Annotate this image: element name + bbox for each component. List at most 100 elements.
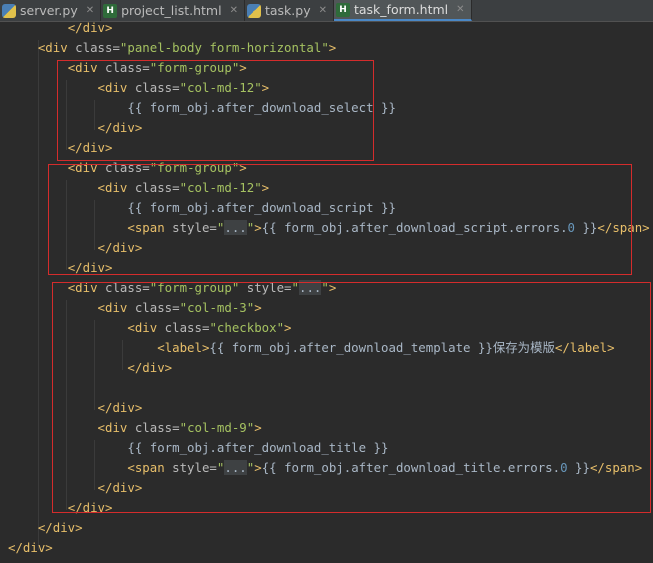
- code-token: <span: [127, 220, 173, 235]
- code-token: ": [321, 280, 329, 295]
- code-token: style=: [172, 460, 217, 475]
- code-token: "form-group": [149, 160, 240, 175]
- code-token: "col-md-9": [179, 420, 255, 435]
- code-token: class=: [105, 160, 150, 175]
- close-icon[interactable]: ✕: [230, 5, 238, 16]
- code-token: "col-md-3": [179, 300, 255, 315]
- code-token: {{ form_obj.after_download_template }}: [209, 340, 493, 355]
- folded-placeholder[interactable]: ...: [224, 220, 247, 235]
- code-token: <label>: [157, 340, 210, 355]
- code-line: </div>: [8, 518, 83, 538]
- code-token: class=: [134, 80, 180, 95]
- code-token: "form-group": [149, 280, 240, 295]
- code-token: {{ form_obj.after_download_script }}: [127, 200, 396, 215]
- code-line: </div>: [8, 18, 113, 38]
- code-token: <div: [127, 320, 165, 335]
- code-line: </div>: [8, 258, 113, 278]
- html-file-icon: H: [103, 3, 118, 18]
- code-line: </div>: [8, 138, 113, 158]
- code-token: >: [328, 40, 337, 55]
- code-token: </div>: [37, 520, 83, 535]
- code-line: <span style="...">{{ form_obj.after_down…: [8, 458, 642, 478]
- code-token: >: [261, 80, 270, 95]
- code-token: "col-md-12": [179, 80, 262, 95]
- tab-project-list-html[interactable]: H project_list.html ✕: [101, 0, 245, 21]
- tab-label: project_list.html: [121, 3, 222, 18]
- code-token: }}: [567, 460, 590, 475]
- tab-task-form-html[interactable]: H task_form.html ✕: [333, 0, 472, 21]
- code-token: <div: [97, 420, 135, 435]
- code-token: </div>: [67, 500, 113, 515]
- code-token: </div>: [67, 140, 113, 155]
- python-file-icon: [2, 3, 16, 18]
- code-line: <div class="panel-body form-horizontal">: [8, 38, 336, 58]
- code-token: {{ form_obj.after_download_select }}: [127, 100, 396, 115]
- code-token: </div>: [97, 480, 143, 495]
- code-token: </div>: [67, 20, 113, 35]
- tab-label: server.py: [20, 3, 78, 18]
- folded-placeholder[interactable]: ...: [224, 460, 247, 475]
- code-token: class=: [134, 180, 180, 195]
- code-line: <div class="form-group">: [8, 58, 247, 78]
- code-line: <div class="col-md-12">: [8, 78, 270, 98]
- code-token: {{ form_obj.after_download_title.errors.: [261, 460, 561, 475]
- code-token: class=: [164, 320, 210, 335]
- close-icon[interactable]: ✕: [86, 5, 94, 16]
- code-token: >: [254, 420, 262, 435]
- code-line: </div>: [8, 358, 172, 378]
- code-token: {{ form_obj.after_download_title }}: [127, 440, 389, 455]
- code-token: ": [291, 280, 299, 295]
- code-line: </div>: [8, 118, 143, 138]
- code-token: "checkbox": [209, 320, 285, 335]
- code-token: </span>: [589, 460, 643, 475]
- tab-label: task_form.html: [353, 2, 449, 17]
- code-token: >: [239, 60, 247, 75]
- code-token: 0: [560, 460, 568, 475]
- code-token: >: [254, 460, 262, 475]
- folded-placeholder[interactable]: ...: [298, 280, 322, 295]
- code-token: 0: [567, 220, 576, 235]
- code-token: <div: [67, 60, 105, 75]
- code-line: <label>{{ form_obj.after_download_templa…: [8, 338, 614, 358]
- tab-label: task.py: [264, 3, 311, 18]
- code-line: </div>: [8, 238, 143, 258]
- code-token: <div: [97, 180, 135, 195]
- code-token: 保存为模版: [492, 340, 555, 355]
- code-token: "form-group": [149, 60, 240, 75]
- code-token: <div: [67, 280, 105, 295]
- code-token: <div: [97, 80, 135, 95]
- code-line: </div>: [8, 398, 143, 418]
- code-token: class=: [105, 280, 150, 295]
- code-line: <div class="form-group" style="...">: [8, 278, 336, 298]
- code-line: </div>: [8, 538, 53, 558]
- code-line: {{ form_obj.after_download_title }}: [8, 438, 388, 458]
- code-line: </div>: [8, 478, 143, 498]
- code-token: }}: [575, 220, 598, 235]
- code-token: >: [261, 180, 270, 195]
- code-token: >: [328, 280, 337, 295]
- code-token: class=: [134, 300, 180, 315]
- code-token: <div: [67, 160, 105, 175]
- code-line: <div class="col-md-3">: [8, 298, 262, 318]
- code-token: style=: [239, 280, 292, 295]
- code-token: >: [284, 320, 292, 335]
- code-token: </div>: [8, 540, 53, 555]
- close-icon[interactable]: ✕: [456, 4, 464, 15]
- code-editor[interactable]: </div> <div class="panel-body form-horiz…: [0, 20, 653, 563]
- close-icon[interactable]: ✕: [319, 5, 327, 16]
- html-file-icon: H: [335, 2, 350, 17]
- code-token: style=: [172, 220, 217, 235]
- code-line: {{ form_obj.after_download_script }}: [8, 198, 396, 218]
- code-token: </div>: [97, 240, 143, 255]
- code-token: "col-md-12": [179, 180, 262, 195]
- code-token: >: [254, 220, 262, 235]
- code-line: {{ form_obj.after_download_select }}: [8, 98, 396, 118]
- code-token: <div: [97, 300, 135, 315]
- code-token: </span>: [597, 220, 650, 235]
- code-token: >: [239, 160, 247, 175]
- tab-task-py[interactable]: task.py ✕: [245, 0, 334, 21]
- code-line: </div>: [8, 498, 113, 518]
- code-line: <div class="col-md-9">: [8, 418, 262, 438]
- code-line: <span style="...">{{ form_obj.after_down…: [8, 218, 650, 238]
- code-token: <div: [37, 40, 76, 55]
